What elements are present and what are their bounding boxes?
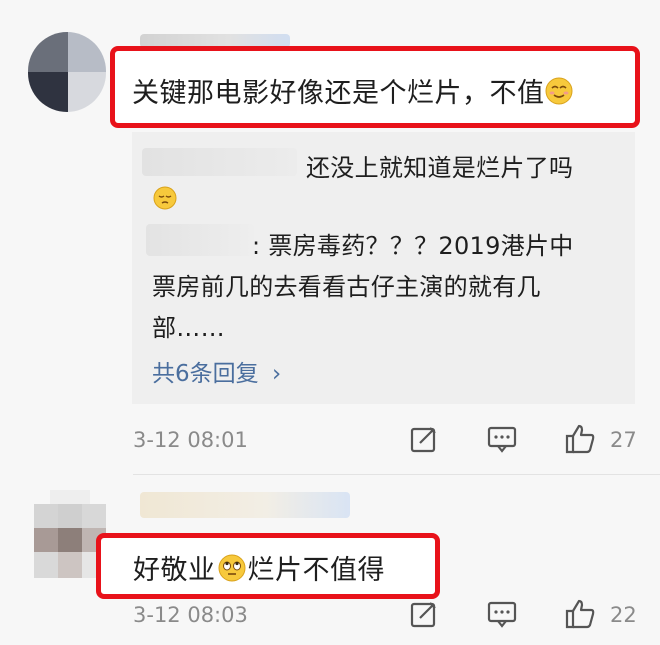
comment-text: 好敬业 烂片不值得 [133,548,385,589]
reply-username-blurred[interactable] [142,148,297,176]
comment-icon[interactable] [486,424,518,458]
like-count: 27 [610,428,637,452]
comment-text-content: 关键那电影好像还是个烂片，不值 [132,78,545,109]
avatar[interactable] [28,32,106,112]
thumbs-up-icon[interactable] [563,422,597,460]
reply-text: : 票房毒药？？？2019港片中 [252,232,574,260]
reply-text: 票房前几的去看看古仔主演的就有几 [152,273,541,301]
view-replies-link[interactable]: 共6条回复 › [152,354,281,388]
rolling-eyes-emoji-icon [218,554,246,589]
comment-text: 关键那电影好像还是个烂片，不值 [132,71,573,112]
reply-text: 还没上就知道是烂片了吗 [306,154,574,182]
reply-username-blurred[interactable] [146,224,254,256]
thumbs-up-icon[interactable] [563,597,597,635]
like-count: 22 [610,603,637,627]
smiley-emoji-icon [545,77,573,112]
comment-icon[interactable] [486,599,518,633]
timestamp: 3-12 08:01 [133,428,248,452]
comment-divider [133,474,660,475]
pensive-emoji-icon [153,186,177,214]
reply-text: 部…… [152,314,225,342]
username-blurred[interactable] [140,492,350,518]
timestamp: 3-12 08:03 [133,603,248,627]
compose-icon[interactable] [409,424,439,458]
compose-icon[interactable] [409,599,439,633]
chevron-right-icon: › [271,361,282,387]
